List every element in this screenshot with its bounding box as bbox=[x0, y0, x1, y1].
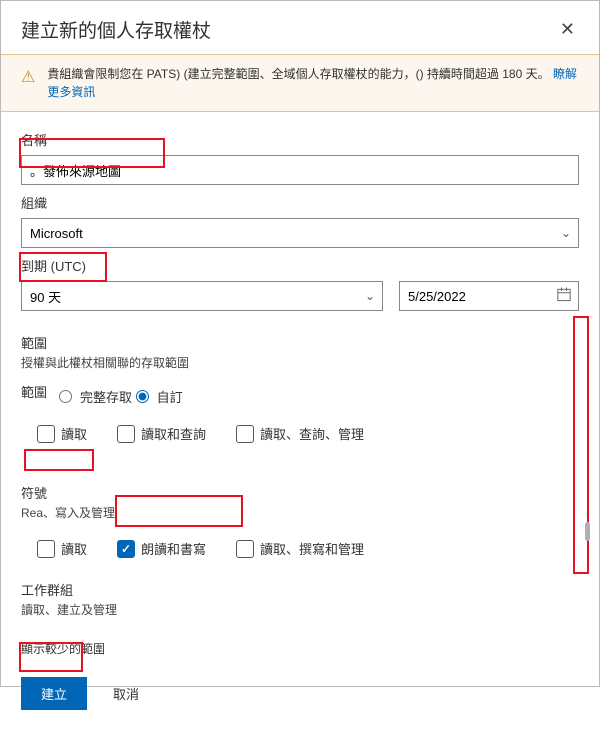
checkbox-read-query-manage-label: 讀取、查詢、管理 bbox=[260, 424, 364, 443]
workgroup-title: 工作群組 bbox=[21, 580, 579, 599]
name-label: 名稱 bbox=[21, 130, 579, 149]
checkbox-read-label: 讀取 bbox=[61, 424, 87, 443]
radio-full-access[interactable] bbox=[59, 390, 72, 403]
create-pat-dialog: 建立新的個人存取權杖 ✕ ⚠ 貴組織會限制您在 PATS) (建立完整範圍、全域… bbox=[0, 0, 600, 687]
org-label: 組織 bbox=[21, 193, 579, 212]
show-fewer-scopes[interactable]: 顯示較少的範圍 bbox=[21, 640, 579, 657]
warning-message: 貴組織會限制您在 PATS) (建立完整範圍、全域個人存取權杖的能力，() 持續… bbox=[47, 67, 549, 81]
org-select[interactable] bbox=[21, 218, 579, 248]
checkbox-symbols-rwm-label: 讀取、撰寫和管理 bbox=[260, 539, 364, 558]
create-button[interactable]: 建立 bbox=[21, 677, 87, 710]
workgroup-sub: 讀取、建立及管理 bbox=[21, 601, 579, 618]
scope-inline-label: 範圍 bbox=[21, 382, 59, 401]
dialog-title: 建立新的個人存取權杖 bbox=[21, 16, 211, 43]
expiry-select-wrap: ⌄ bbox=[21, 281, 383, 311]
warning-icon: ⚠ bbox=[21, 67, 35, 87]
expiry-date-input[interactable] bbox=[399, 281, 579, 311]
checkbox-symbols-read-write[interactable] bbox=[117, 540, 135, 558]
checkbox-read-query[interactable] bbox=[117, 425, 135, 443]
warning-text: 貴組織會限制您在 PATS) (建立完整範圍、全域個人存取權杖的能力，() 持續… bbox=[47, 65, 579, 101]
close-icon: ✕ bbox=[560, 19, 575, 39]
warning-banner: ⚠ 貴組織會限制您在 PATS) (建立完整範圍、全域個人存取權杖的能力，() … bbox=[1, 54, 599, 112]
radio-custom-label: 自訂 bbox=[157, 387, 183, 406]
close-button[interactable]: ✕ bbox=[556, 15, 579, 44]
checkbox-read[interactable] bbox=[37, 425, 55, 443]
scopes-sub: 授權與此權杖相關聯的存取範圍 bbox=[21, 354, 579, 371]
checkbox-read-query-manage[interactable] bbox=[236, 425, 254, 443]
scrollbar-thumb[interactable] bbox=[585, 522, 590, 541]
checkbox-symbols-rwm[interactable] bbox=[236, 540, 254, 558]
cancel-button[interactable]: 取消 bbox=[101, 677, 151, 710]
name-input[interactable] bbox=[21, 155, 579, 185]
dialog-header: 建立新的個人存取權杖 ✕ bbox=[1, 1, 599, 54]
expiry-label: 到期 (UTC) bbox=[21, 256, 579, 275]
expiry-date-wrap bbox=[399, 281, 579, 311]
radio-custom[interactable] bbox=[136, 390, 149, 403]
checkbox-read-query-label: 讀取和查詢 bbox=[141, 424, 206, 443]
scope-row-1: 讀取 讀取和查詢 讀取、查詢、管理 bbox=[37, 424, 579, 443]
dialog-footer: 建立 取消 bbox=[21, 677, 579, 730]
scope-radio-group: 範圍 完整存取 自訂 bbox=[21, 377, 579, 406]
symbols-row: 讀取 朗讀和書寫 讀取、撰寫和管理 bbox=[37, 539, 579, 558]
checkbox-symbols-read-label: 讀取 bbox=[61, 539, 87, 558]
scopes-label: 範圍 bbox=[21, 333, 579, 352]
radio-full-label: 完整存取 bbox=[80, 387, 132, 406]
checkbox-symbols-read-write-label: 朗讀和書寫 bbox=[141, 539, 206, 558]
symbols-group-title: 符號 bbox=[21, 483, 579, 502]
expiry-duration-select[interactable] bbox=[21, 281, 383, 311]
form-body: 名稱 組織 ⌄ 到期 (UTC) ⌄ 範圍 授權與此權杖相關聯的存取範圍 範圍 bbox=[1, 112, 599, 730]
org-select-wrap: ⌄ bbox=[21, 218, 579, 248]
checkbox-symbols-read[interactable] bbox=[37, 540, 55, 558]
symbols-group-sub: Rea、寫入及管理 bbox=[21, 504, 579, 521]
